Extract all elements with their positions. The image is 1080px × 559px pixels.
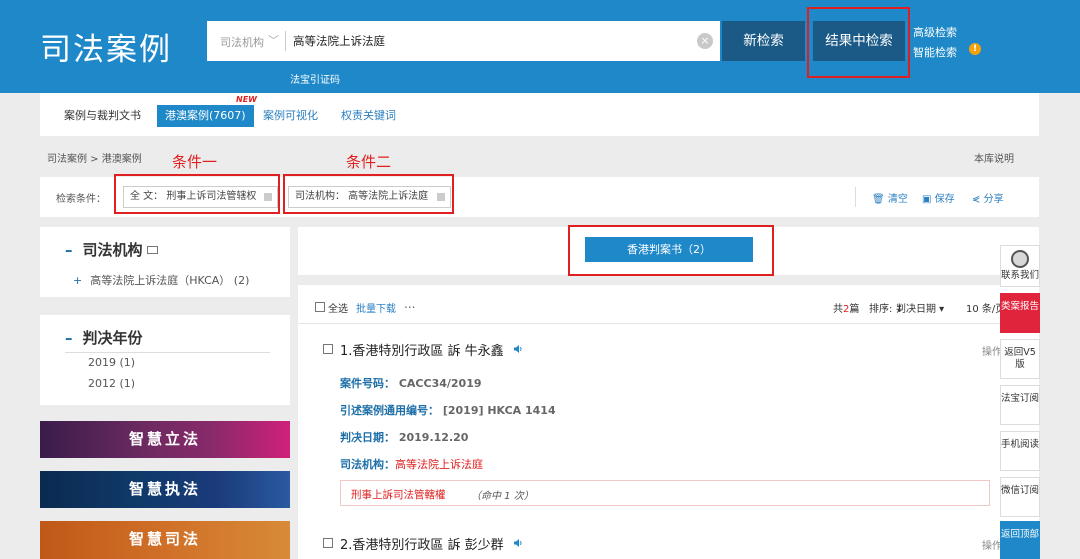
- tab-keywords[interactable]: 权责关键词: [341, 105, 396, 127]
- annotation-box: [283, 174, 454, 214]
- select-all-checkbox[interactable]: [315, 302, 325, 312]
- divider: [65, 352, 270, 353]
- sidebar-item-year[interactable]: 2019 (1): [88, 356, 135, 369]
- avatar-icon: [1011, 250, 1029, 268]
- trash-icon: 🗑: [872, 194, 885, 205]
- share-label: 分享: [983, 194, 1004, 205]
- result-ops[interactable]: 操作: [982, 343, 1002, 358]
- annotation-box: [568, 225, 774, 276]
- result-ops[interactable]: 操作: [982, 537, 1002, 552]
- new-search-button[interactable]: 新检索: [722, 21, 805, 61]
- info-icon[interactable]: !: [969, 43, 981, 55]
- contact-label: 联系我们: [1001, 270, 1040, 281]
- result-checkbox[interactable]: [323, 344, 333, 354]
- search-divider: [285, 31, 286, 51]
- breadcrumb[interactable]: 司法案例 > 港澳案例: [47, 150, 142, 165]
- save-icon: ▣: [922, 194, 932, 205]
- field-value[interactable]: 高等法院上诉法庭: [395, 458, 483, 471]
- contact-us-button[interactable]: 联系我们: [1000, 245, 1040, 287]
- search-box: 司法机构 ﹀ ×: [207, 21, 720, 61]
- banner-smart-legislation[interactable]: 智慧立法: [40, 421, 290, 458]
- keyword-hit-box: 刑事上訴司法管轄權 （命中 1 次）: [340, 480, 990, 506]
- advanced-search-link[interactable]: 高级检索: [913, 24, 957, 40]
- field-value: CACC34/2019: [398, 377, 482, 390]
- sidebar-heading[interactable]: – 司法机构: [65, 239, 158, 260]
- result-title[interactable]: 2.香港特別行政區 訴 彭少群: [340, 534, 504, 553]
- field-row-date: 判决日期： 2019.12.20: [340, 429, 468, 445]
- sort-select[interactable]: 判决日期 ▾: [896, 300, 944, 315]
- speaker-icon[interactable]: [513, 344, 523, 354]
- annotation-condition-2: 条件二: [346, 153, 392, 171]
- result-count: 共2篇: [833, 300, 859, 315]
- collapse-icon[interactable]: –: [65, 329, 73, 347]
- search-input[interactable]: [293, 28, 683, 54]
- batch-download-link[interactable]: 批量下载: [356, 300, 396, 315]
- tab-bar: 案例与裁判文书 港澳案例(7607) NEW 案例可视化 权责关键词: [40, 93, 1039, 136]
- mail-icon[interactable]: [146, 246, 158, 254]
- result-checkbox[interactable]: [323, 538, 333, 548]
- field-row-case-no: 案件号码： CACC34/2019: [340, 375, 482, 391]
- tab-hk-macau-cases[interactable]: 港澳案例(7607): [157, 105, 254, 127]
- banner-smart-justice[interactable]: 智慧司法: [40, 521, 290, 559]
- new-badge: NEW: [236, 95, 257, 104]
- filter-label: 检索条件：: [56, 194, 106, 205]
- subscribe-button[interactable]: 法宝订阅: [1000, 385, 1040, 425]
- speaker-icon[interactable]: [513, 538, 523, 548]
- results-toolbar: 全选 批量下载 ... 共2篇 排序: ↓ 判决日期 ▾ 10 条/页: [298, 285, 1039, 324]
- tab-cases[interactable]: 案例与裁判文书: [64, 105, 141, 127]
- select-all-label[interactable]: 全选: [328, 300, 348, 315]
- annotation-box: [807, 7, 910, 78]
- save-button[interactable]: ▣ 保存: [922, 190, 955, 205]
- back-v5-button[interactable]: 返回V5版: [1000, 339, 1040, 379]
- annotation-condition-1: 条件一: [172, 153, 218, 171]
- field-label: 案件号码：: [340, 377, 395, 390]
- mobile-read-button[interactable]: 手机阅读: [1000, 431, 1040, 471]
- sidebar-item-label: 高等法院上诉法庭（HKCA） (2): [90, 274, 250, 287]
- count-prefix: 共: [833, 304, 843, 315]
- sidebar-heading[interactable]: – 判决年份: [65, 327, 143, 348]
- collapse-icon[interactable]: –: [65, 241, 73, 259]
- field-label: 引述案例通用编号：: [340, 404, 439, 417]
- sidebar-heading-text: 判决年份: [82, 329, 143, 347]
- sidebar-item-year[interactable]: 2012 (1): [88, 377, 135, 390]
- hit-count: （命中 1 次）: [471, 491, 534, 502]
- field-row-court: 司法机构：高等法院上诉法庭: [340, 456, 483, 472]
- wechat-subscribe-button[interactable]: 微信订阅: [1000, 477, 1040, 517]
- citation-code-link[interactable]: 法宝引证码: [290, 71, 340, 86]
- clear-icon[interactable]: ×: [697, 33, 713, 49]
- expand-icon[interactable]: +: [73, 274, 82, 287]
- sidebar-institution-panel: – 司法机构 + 高等法院上诉法庭（HKCA） (2): [40, 227, 290, 297]
- smart-search-link[interactable]: 智能检索: [913, 44, 957, 60]
- search-field-select[interactable]: 司法机构: [220, 34, 264, 50]
- field-value: [2019] HKCA 1414: [442, 404, 556, 417]
- back-to-top-button[interactable]: 返回顶部: [1000, 521, 1040, 559]
- keyword-text[interactable]: 刑事上訴司法管轄權: [351, 487, 446, 502]
- sidebar-year-panel: – 判决年份 2019 (1) 2012 (1): [40, 315, 290, 405]
- tab-visualization[interactable]: 案例可视化: [263, 105, 318, 127]
- field-label: 判决日期：: [340, 431, 395, 444]
- count-suffix: 篇: [849, 304, 860, 315]
- field-row-citation: 引述案例通用编号： [2019] HKCA 1414: [340, 402, 556, 418]
- share-button[interactable]: ⋞ 分享: [972, 190, 1004, 205]
- library-info-link[interactable]: 本库说明: [974, 150, 1014, 165]
- results-panel: 全选 批量下载 ... 共2篇 排序: ↓ 判决日期 ▾ 10 条/页 1.香港…: [298, 285, 1039, 559]
- banner-smart-enforcement[interactable]: 智慧执法: [40, 471, 290, 508]
- chevron-down-icon[interactable]: ﹀: [268, 32, 279, 48]
- more-icon[interactable]: ...: [404, 297, 415, 311]
- share-icon: ⋞: [972, 194, 981, 205]
- field-value: 2019.12.20: [398, 431, 469, 444]
- annotation-box: [114, 174, 280, 214]
- result-title[interactable]: 1.香港特別行政區 訴 牛永鑫: [340, 340, 504, 359]
- save-label: 保存: [934, 194, 955, 205]
- site-logo[interactable]: 司法案例: [40, 24, 172, 69]
- case-report-button[interactable]: 类案报告: [1000, 293, 1040, 333]
- field-label: 司法机构：: [340, 458, 395, 471]
- divider: [855, 187, 856, 207]
- sidebar-heading-text: 司法机构: [82, 241, 143, 259]
- sidebar-item-institution[interactable]: + 高等法院上诉法庭（HKCA） (2): [73, 272, 249, 288]
- clear-label: 清空: [887, 194, 908, 205]
- clear-button[interactable]: 🗑 清空: [872, 190, 908, 205]
